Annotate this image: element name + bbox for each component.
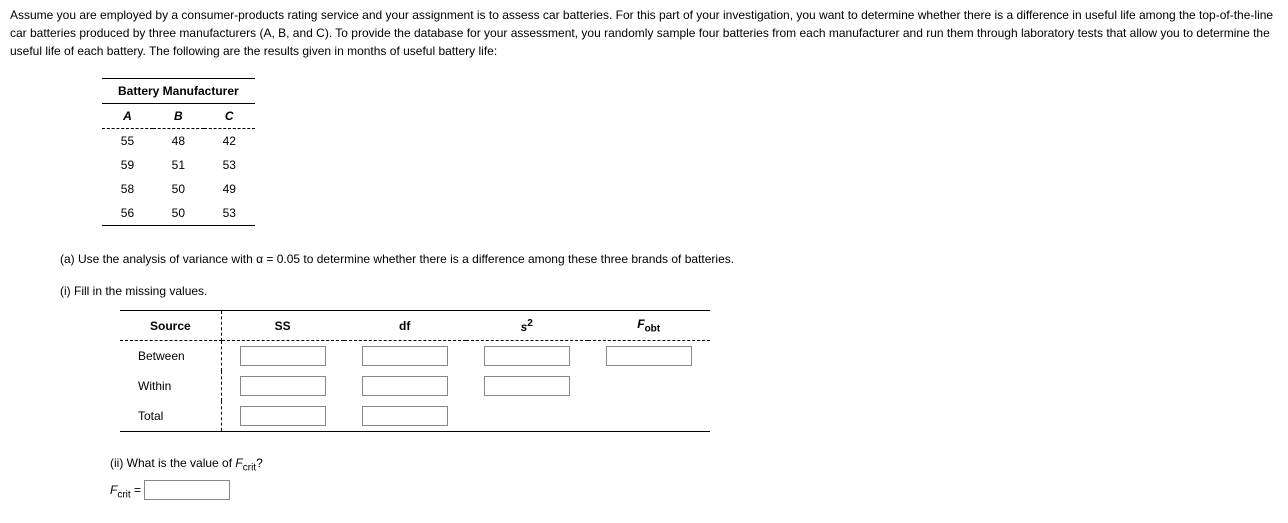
between-s2-input[interactable] xyxy=(484,346,570,366)
header-s2: s2 xyxy=(466,311,588,341)
header-fobt: Fobt xyxy=(588,311,710,341)
data-table-title: Battery Manufacturer xyxy=(102,79,255,104)
table-row: 554842 xyxy=(102,129,255,154)
fcrit-answer-row: Fcrit = xyxy=(110,480,1278,502)
anova-row-between: Between xyxy=(120,341,710,372)
col-c: C xyxy=(204,104,255,129)
header-source: Source xyxy=(120,311,221,341)
part-ii-text: (ii) What is the value of Fcrit? xyxy=(110,454,1278,475)
anova-row-within: Within xyxy=(120,371,710,401)
header-ss: SS xyxy=(221,311,344,341)
total-df-input[interactable] xyxy=(362,406,448,426)
within-s2-input[interactable] xyxy=(484,376,570,396)
part-a-text: (a) Use the analysis of variance with α … xyxy=(60,250,1278,268)
between-ss-input[interactable] xyxy=(240,346,326,366)
intro-text: Assume you are employed by a consumer-pr… xyxy=(10,6,1278,60)
battery-data-table: Battery Manufacturer A B C 554842 595153… xyxy=(102,78,255,226)
table-row: 595153 xyxy=(102,153,255,177)
anova-row-total: Total xyxy=(120,401,710,432)
col-b: B xyxy=(153,104,204,129)
table-row: 565053 xyxy=(102,201,255,226)
within-ss-input[interactable] xyxy=(240,376,326,396)
within-df-input[interactable] xyxy=(362,376,448,396)
part-i-text: (i) Fill in the missing values. xyxy=(60,282,1278,300)
col-a: A xyxy=(102,104,153,129)
fcrit-input[interactable] xyxy=(144,480,230,500)
table-row: 585049 xyxy=(102,177,255,201)
between-df-input[interactable] xyxy=(362,346,448,366)
anova-table: Source SS df s2 Fobt Between Within Tota… xyxy=(120,310,710,432)
between-fobt-input[interactable] xyxy=(606,346,692,366)
total-ss-input[interactable] xyxy=(240,406,326,426)
header-df: df xyxy=(344,311,466,341)
